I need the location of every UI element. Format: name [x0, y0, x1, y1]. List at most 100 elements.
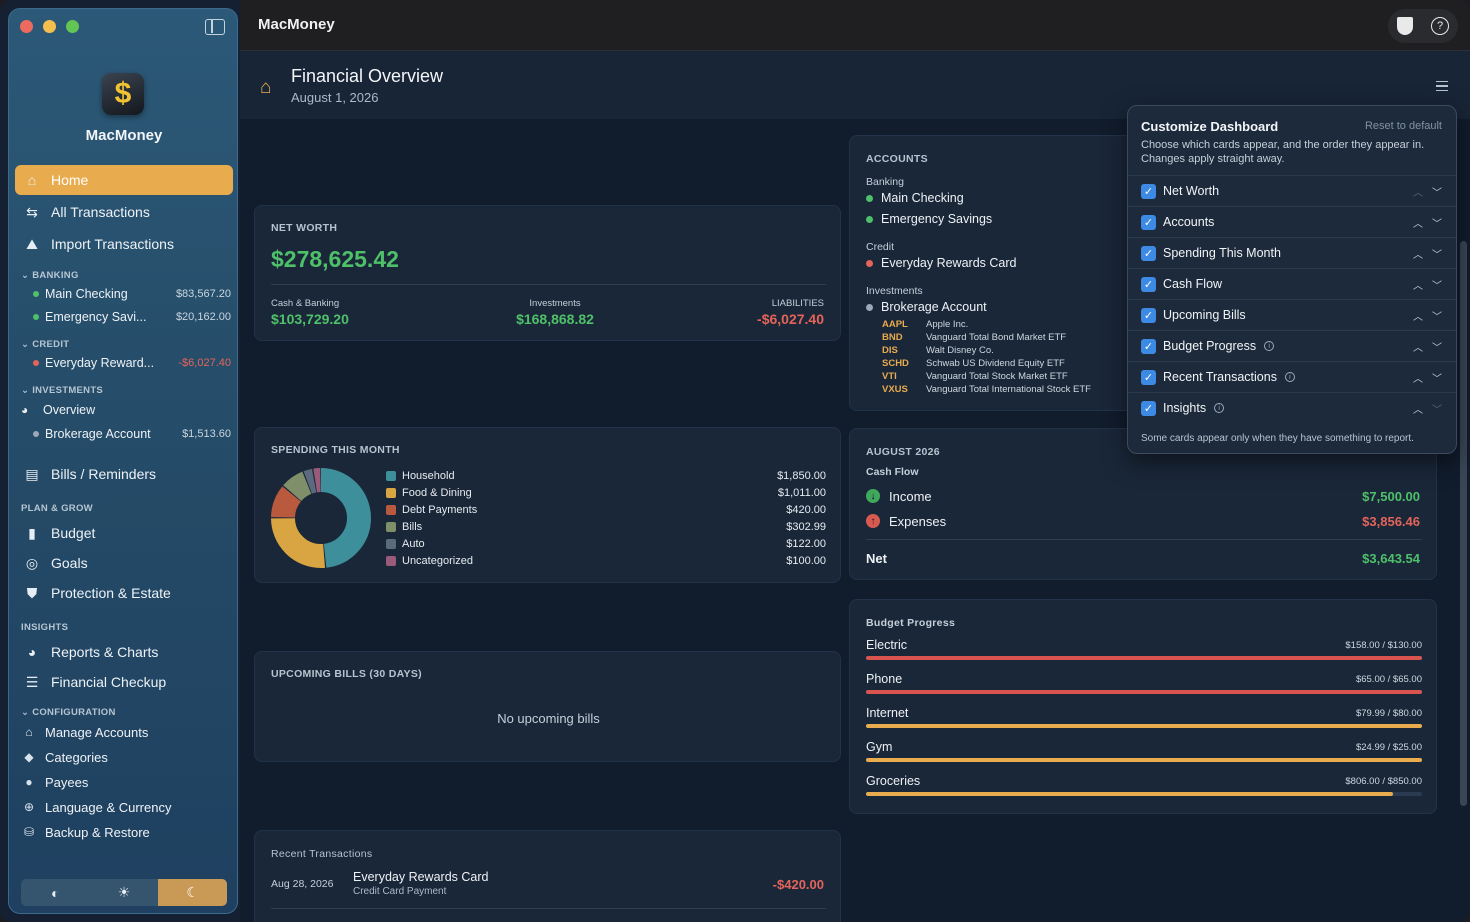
- budget-row[interactable]: Groceries $806.00 / $850.00: [866, 774, 1422, 802]
- sun-icon[interactable]: ☀: [90, 879, 159, 906]
- sidebar-item-bills-reminders[interactable]: ▤ Bills / Reminders: [15, 459, 233, 489]
- credit-section-header[interactable]: ⌄ CREDIT: [21, 339, 69, 350]
- move-down-icon[interactable]: ﹀: [1432, 184, 1442, 199]
- investments-section-header[interactable]: ⌄ INVESTMENTS: [21, 385, 103, 396]
- net-worth-value: $278,625.42: [271, 246, 399, 272]
- checkbox[interactable]: ✓: [1141, 307, 1156, 323]
- holding-name: Schwab US Dividend Equity ETF: [926, 358, 1065, 369]
- scrollbar[interactable]: [1460, 241, 1467, 806]
- home-icon: ⌂: [260, 77, 272, 98]
- sidebar-item-protection-estate[interactable]: ⛊ Protection & Estate: [15, 578, 233, 608]
- info-icon[interactable]: i: [1214, 403, 1225, 413]
- moon-icon[interactable]: ☾: [158, 879, 227, 906]
- checkbox[interactable]: ✓: [1141, 369, 1156, 385]
- pie-chart-icon: ◕: [27, 644, 37, 660]
- holding-row[interactable]: BND Vanguard Total Bond Market ETF: [882, 332, 1066, 343]
- zoom-window-button[interactable]: [66, 20, 79, 33]
- sidebar-item-backup-restore[interactable]: ⛁ Backup & Restore: [21, 822, 231, 842]
- sidebar-item-budget[interactable]: ▮ Budget: [15, 518, 233, 548]
- customize-icon[interactable]: [1436, 81, 1448, 91]
- move-up-icon[interactable]: ︿: [1413, 215, 1423, 230]
- ticker: VXUS: [882, 384, 908, 395]
- budget-row[interactable]: Electric $158.00 / $130.00: [866, 638, 1422, 666]
- budget-row[interactable]: Gym $24.99 / $25.00: [866, 740, 1422, 768]
- sidebar-item-language-currency[interactable]: ⊕ Language & Currency: [21, 797, 231, 817]
- checkbox[interactable]: ✓: [1141, 183, 1156, 199]
- group-label: Credit: [866, 241, 895, 253]
- checkbox[interactable]: ✓: [1141, 214, 1156, 230]
- ticker: DIS: [882, 345, 898, 356]
- checkbox[interactable]: ✓: [1141, 338, 1156, 354]
- legend-swatch: [386, 538, 396, 549]
- holding-row[interactable]: VTI Vanguard Total Stock Market ETF: [882, 371, 1068, 382]
- sidebar-item-label: Overview: [43, 403, 96, 417]
- move-up-icon[interactable]: ︿: [1413, 184, 1423, 199]
- account-row[interactable]: Emergency Savings: [866, 212, 992, 226]
- checkbox[interactable]: ✓: [1141, 276, 1156, 292]
- holding-row[interactable]: SCHD Schwab US Dividend Equity ETF: [882, 358, 1065, 369]
- holding-row[interactable]: AAPL Apple Inc.: [882, 319, 968, 330]
- reset-button[interactable]: Reset to default: [1365, 120, 1442, 132]
- customize-row: ✓ Net Worth ︿ ﹀: [1128, 175, 1456, 206]
- sidebar-item-manage-accounts[interactable]: ⌂ Manage Accounts: [21, 722, 231, 742]
- sidebar-item-import-transactions[interactable]: ⛰ Import Transactions: [15, 229, 233, 259]
- sidebar-account-brokerage[interactable]: Brokerage Account $1,513.60: [33, 424, 231, 444]
- account-row[interactable]: Main Checking: [866, 191, 964, 205]
- config-section-header[interactable]: ⌄ CONFIGURATION: [21, 707, 116, 718]
- move-up-icon[interactable]: ︿: [1413, 339, 1423, 354]
- import-icon: ⛰: [26, 235, 38, 252]
- sidebar-account-main-checking[interactable]: Main Checking $83,567.20: [33, 284, 231, 304]
- move-down-icon[interactable]: ﹀: [1432, 308, 1442, 323]
- sidebar-item-all-transactions[interactable]: ⇆ All Transactions: [15, 197, 233, 227]
- move-down-icon[interactable]: ﹀: [1432, 370, 1442, 385]
- net-label: Net: [866, 551, 887, 566]
- sidebar-item-payees[interactable]: ● Payees: [21, 772, 231, 792]
- expenses-label: Expenses: [889, 514, 947, 529]
- legend-value: $1,011.00: [777, 486, 826, 499]
- checkbox[interactable]: ✓: [1141, 400, 1156, 416]
- banking-section-header[interactable]: ⌄ BANKING: [21, 270, 79, 281]
- customize-row-label: Upcoming Bills: [1163, 308, 1246, 322]
- budget-progress-track: [866, 724, 1422, 728]
- holding-row[interactable]: DIS Walt Disney Co.: [882, 345, 994, 356]
- sidebar-account-everyday-rewards[interactable]: Everyday Reward... -$6,027.40: [33, 353, 231, 373]
- move-down-icon[interactable]: ﹀: [1432, 215, 1442, 230]
- holding-name: Vanguard Total International Stock ETF: [926, 384, 1091, 395]
- account-row[interactable]: Brokerage Account: [866, 300, 987, 314]
- budget-row[interactable]: Phone $65.00 / $65.00: [866, 672, 1422, 700]
- info-icon[interactable]: i: [1284, 372, 1295, 382]
- close-window-button[interactable]: [20, 20, 33, 33]
- shield-icon[interactable]: [1397, 17, 1413, 35]
- checkbox[interactable]: ✓: [1141, 245, 1156, 261]
- sidebar-toggle-icon[interactable]: [205, 19, 225, 35]
- legend-label: Bills: [402, 520, 423, 533]
- move-up-icon[interactable]: ︿: [1413, 246, 1423, 261]
- status-dot: [33, 431, 39, 437]
- move-up-icon[interactable]: ︿: [1413, 401, 1423, 416]
- sidebar-item-investments-overview[interactable]: ◕ Overview: [21, 400, 219, 420]
- move-down-icon[interactable]: ﹀: [1432, 339, 1442, 354]
- help-icon[interactable]: ?: [1431, 17, 1449, 35]
- budget-progress-fill: [866, 656, 1422, 660]
- move-down-icon[interactable]: ﹀: [1432, 401, 1442, 416]
- move-up-icon[interactable]: ︿: [1413, 308, 1423, 323]
- move-up-icon[interactable]: ︿: [1413, 277, 1423, 292]
- sidebar-item-categories[interactable]: ◆ Categories: [21, 747, 231, 767]
- sidebar-item-home[interactable]: ⌂ Home: [15, 165, 233, 195]
- sidebar-item-financial-checkup[interactable]: ☰ Financial Checkup: [15, 667, 233, 697]
- move-down-icon[interactable]: ﹀: [1432, 246, 1442, 261]
- bar-chart-icon: ▮: [28, 524, 36, 541]
- sidebar-item-goals[interactable]: ◎ Goals: [15, 548, 233, 578]
- move-up-icon[interactable]: ︿: [1413, 370, 1423, 385]
- minimize-window-button[interactable]: [43, 20, 56, 33]
- holding-row[interactable]: VXUS Vanguard Total International Stock E…: [882, 384, 1091, 395]
- auto-contrast-icon[interactable]: ◐: [21, 879, 90, 906]
- checklist-icon: ☰: [25, 673, 39, 690]
- move-down-icon[interactable]: ﹀: [1432, 277, 1442, 292]
- upcoming-bills-card: UPCOMING BILLS (30 DAYS) No upcoming bil…: [254, 651, 841, 762]
- sidebar-item-reports-charts[interactable]: ◕ Reports & Charts: [15, 637, 233, 667]
- budget-row[interactable]: Internet $79.99 / $80.00: [866, 706, 1422, 734]
- info-icon[interactable]: i: [1264, 341, 1275, 351]
- sidebar-account-emergency-savings[interactable]: Emergency Savi... $20,162.00: [33, 307, 231, 327]
- account-row[interactable]: Everyday Rewards Card: [866, 256, 1016, 270]
